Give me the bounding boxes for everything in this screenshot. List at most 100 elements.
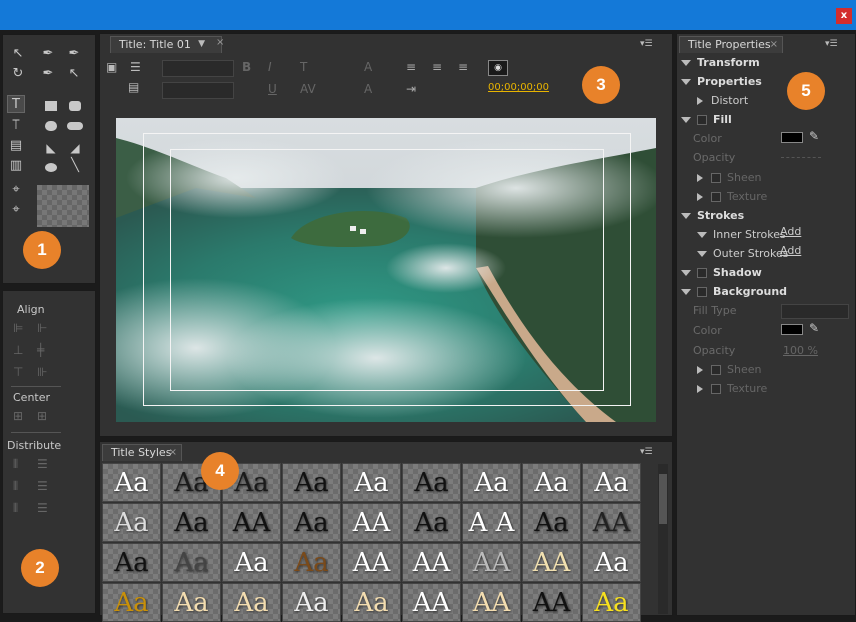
align-right-text-icon[interactable]: ≡ — [458, 60, 468, 74]
show-video-icon[interactable]: ◉ — [488, 60, 508, 76]
style-swatch[interactable]: Aa — [582, 463, 641, 502]
inner-strokes-expand-icon[interactable] — [697, 232, 707, 238]
bg-sheen-checkbox[interactable] — [711, 365, 721, 375]
inner-strokes-add-link[interactable]: Add — [780, 225, 801, 238]
style-swatch[interactable]: Aa — [162, 503, 221, 542]
style-swatch[interactable]: Aa — [222, 543, 281, 582]
tab-stops-icon[interactable]: ⇥ — [406, 82, 416, 96]
template-icon[interactable]: ▣ — [106, 60, 117, 74]
leading-icon[interactable]: A — [364, 60, 372, 74]
align-center-icon[interactable]: ⊩ — [37, 321, 47, 335]
style-swatch[interactable]: Aa — [402, 463, 461, 502]
title-panel-menu-icon[interactable]: ▾☰ — [640, 39, 653, 49]
style-swatch[interactable]: Aa — [282, 503, 341, 542]
distribute-top-icon[interactable]: ☰ — [37, 457, 48, 471]
styles-scrollbar[interactable] — [658, 464, 668, 614]
tab-props-close-icon[interactable]: × — [770, 37, 778, 52]
underline-icon[interactable]: U — [268, 82, 277, 96]
style-swatch[interactable]: A A — [462, 503, 521, 542]
distribute-bottom-icon[interactable]: ☰ — [37, 501, 48, 515]
texture-checkbox[interactable] — [711, 192, 721, 202]
bg-texture-checkbox[interactable] — [711, 384, 721, 394]
bg-opacity-value[interactable]: 100 % — [783, 344, 818, 357]
vertical-path-type-tool-icon[interactable]: ⌖ — [7, 201, 25, 219]
bg-texture-expand-icon[interactable] — [697, 385, 703, 393]
shadow-checkbox[interactable] — [697, 268, 707, 278]
transform-section[interactable]: Transform — [681, 56, 760, 69]
outer-strokes-expand-icon[interactable] — [697, 251, 707, 257]
fill-sheen-row[interactable]: Sheen — [697, 171, 761, 184]
props-panel-menu-icon[interactable]: ▾☰ — [825, 39, 838, 49]
path-type-tool-icon[interactable]: ⌖ — [7, 181, 25, 199]
properties-expand-icon[interactable] — [681, 79, 691, 85]
style-swatch[interactable]: Aa — [102, 543, 161, 582]
inner-strokes-row[interactable]: Inner Strokes — [697, 228, 786, 241]
pen-tool-icon[interactable]: ✒ — [39, 45, 57, 63]
timecode-display[interactable]: 00;00;00;00 — [488, 82, 549, 93]
distribute-left-icon[interactable]: ⫴ — [13, 457, 18, 472]
style-swatch[interactable]: Aa — [282, 583, 341, 622]
ellipse-tool-icon[interactable] — [45, 163, 57, 172]
bg-color-swatch[interactable] — [781, 324, 803, 335]
style-swatch[interactable]: Aa — [522, 503, 581, 542]
style-swatch[interactable]: AA — [402, 543, 461, 582]
fill-opacity-value[interactable] — [781, 157, 821, 158]
style-swatch[interactable]: Aa — [102, 583, 161, 622]
kerning-icon[interactable]: AV — [300, 82, 316, 96]
distribute-middle-icon[interactable]: ☰ — [37, 479, 48, 493]
properties-section[interactable]: Properties — [681, 75, 762, 88]
tab-title-01[interactable]: Title: Title 01 ▼ — [110, 36, 222, 53]
style-swatch[interactable]: AA — [222, 503, 281, 542]
font-size-icon[interactable]: T — [300, 60, 307, 74]
new-title-icon[interactable]: ▤ — [128, 80, 139, 94]
fill-section[interactable]: Fill — [681, 113, 732, 126]
style-swatch[interactable]: Aa — [522, 463, 581, 502]
style-swatch[interactable]: Aa — [402, 503, 461, 542]
style-swatch[interactable]: Aa — [582, 543, 641, 582]
align-top-icon[interactable]: ⊥ — [13, 343, 23, 357]
shadow-section[interactable]: Shadow — [681, 266, 762, 279]
selection-tool-icon[interactable]: ↖ — [9, 45, 27, 63]
rounded-rect-tool-icon[interactable] — [69, 101, 81, 111]
style-swatch[interactable]: Aa — [102, 463, 161, 502]
style-swatch[interactable]: Aa — [282, 543, 341, 582]
bold-icon[interactable]: B — [242, 60, 251, 74]
strokes-section[interactable]: Strokes — [681, 209, 744, 222]
tracking-icon[interactable]: A — [364, 82, 372, 96]
style-swatch[interactable]: Aa — [102, 503, 161, 542]
vertical-area-type-tool-icon[interactable]: ▥ — [7, 157, 25, 175]
type-tool-icon[interactable]: T — [7, 95, 25, 113]
strokes-expand-icon[interactable] — [681, 213, 691, 219]
style-swatch[interactable]: Aa — [162, 583, 221, 622]
pen-tool-2-icon[interactable]: ✒ — [65, 45, 83, 63]
sheen-checkbox[interactable] — [711, 173, 721, 183]
align-bottom-icon[interactable]: ⊤ — [13, 365, 23, 379]
window-close-button[interactable]: x — [836, 8, 852, 24]
tab-title-close-icon[interactable]: × — [216, 37, 224, 48]
arc-tool-icon[interactable]: ◢ — [66, 139, 84, 157]
style-swatch[interactable]: AA — [522, 543, 581, 582]
background-section[interactable]: Background — [681, 285, 787, 298]
distort-expand-icon[interactable] — [697, 97, 703, 105]
style-swatch[interactable]: Aa — [342, 463, 401, 502]
font-family-select[interactable] — [162, 60, 234, 77]
sheen-expand-icon[interactable] — [697, 174, 703, 182]
line-tool-icon[interactable]: ╲ — [66, 157, 84, 175]
align-left-icon[interactable]: ⊫ — [13, 321, 23, 335]
roll-crawl-icon[interactable]: ☰ — [130, 60, 141, 74]
transform-expand-icon[interactable] — [681, 60, 691, 66]
distribute-center-icon[interactable]: ⫴ — [13, 479, 18, 494]
style-swatch[interactable]: Aa — [582, 583, 641, 622]
distribute-right-icon[interactable]: ⫴ — [13, 501, 18, 516]
align-middle-icon[interactable]: ╪ — [37, 343, 44, 357]
styles-scrollbar-thumb[interactable] — [659, 474, 667, 524]
wedge-tool-icon[interactable]: ◣ — [42, 139, 60, 157]
style-swatch[interactable]: AA — [402, 583, 461, 622]
italic-icon[interactable]: I — [268, 60, 272, 74]
bg-texture-row[interactable]: Texture — [697, 382, 767, 395]
background-expand-icon[interactable] — [681, 289, 691, 295]
align-right-icon[interactable]: ⊪ — [37, 365, 47, 379]
area-type-tool-icon[interactable]: ▤ — [7, 137, 25, 155]
fill-eyedropper-icon[interactable]: ✎ — [809, 129, 819, 143]
add-anchor-tool-icon[interactable]: ✒ — [39, 65, 57, 83]
